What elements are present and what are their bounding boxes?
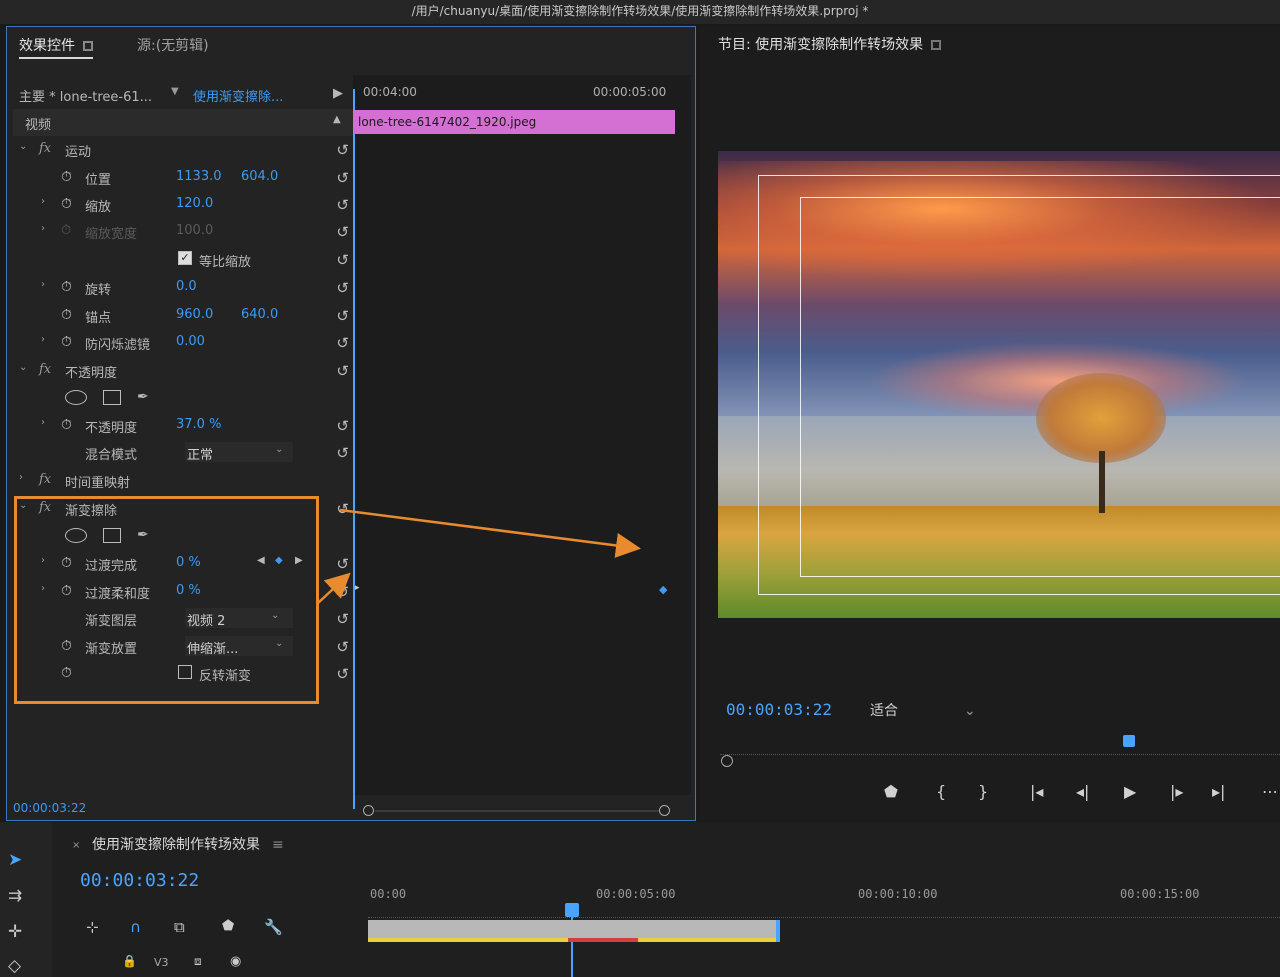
sync-lock-icon[interactable]: ⧈ [194, 954, 202, 969]
track-v3-header: 🔒 V3 ⧈ ◉ [118, 954, 368, 974]
zoom-handle[interactable] [721, 755, 733, 767]
track-select-tool-icon[interactable]: ⇉ [8, 886, 22, 906]
arrow-to-keyframe [339, 508, 641, 558]
snap-icon[interactable]: ∩ [130, 918, 141, 936]
go-to-out-icon[interactable]: ▸| [1212, 782, 1225, 801]
program-title[interactable]: 节目: 使用渐变擦除制作转场效果 [718, 34, 942, 54]
panel-menu-icon[interactable]: ≡ [272, 837, 284, 853]
more-icon[interactable]: ⋯ [1262, 782, 1278, 801]
close-icon[interactable]: × [72, 840, 80, 851]
panel-menu-icon[interactable] [931, 40, 942, 50]
lock-icon[interactable]: 🔒 [122, 954, 137, 968]
ruler-label: 00:00:10:00 [858, 887, 938, 901]
timeline-playhead-handle[interactable] [565, 903, 579, 917]
step-forward-icon[interactable]: |▸ [1170, 782, 1183, 801]
ruler-ticks [368, 908, 1280, 918]
selection-tool-icon[interactable]: ➤ [8, 850, 22, 870]
timeline-toolbar: ⊹ ∩ ⧉ ⬟ 🔧 [78, 916, 358, 940]
clip-end-handle[interactable] [776, 920, 780, 942]
track-label-v3[interactable]: V3 [154, 956, 169, 969]
video-preview[interactable] [718, 151, 1280, 618]
play-icon[interactable]: ▶ [1124, 782, 1136, 801]
program-scrub-bar[interactable] [720, 735, 1280, 767]
timeline-ruler[interactable]: 00:00 00:00:05:00 00:00:10:00 00:00:15:0… [368, 822, 1280, 922]
timeline-clip[interactable] [368, 920, 780, 942]
program-playhead[interactable] [1123, 735, 1135, 747]
nest-icon[interactable]: ⊹ [86, 918, 99, 936]
eye-icon[interactable]: ◉ [230, 954, 241, 969]
ripple-edit-tool-icon[interactable]: ✛ [8, 922, 22, 942]
mark-out-icon[interactable]: } [978, 782, 988, 801]
tools-panel: ➤ ⇉ ✛ ◇ [0, 822, 52, 977]
arrow-to-start [317, 572, 351, 604]
sequence-tab[interactable]: 使用渐变擦除制作转场效果 ≡ [92, 834, 284, 854]
go-to-in-icon[interactable]: |◂ [1030, 782, 1043, 801]
scrub-ruler [720, 745, 1280, 755]
ruler-label: 00:00 [370, 887, 407, 901]
add-marker-icon[interactable]: ⬟ [222, 918, 234, 934]
timeline-timecode[interactable]: 00:00:03:22 [80, 870, 199, 891]
ruler-label: 00:00:05:00 [596, 887, 676, 901]
render-bar-red [568, 938, 638, 942]
chevron-down-icon[interactable]: ⌄ [964, 703, 976, 719]
transport-controls: ⬟ { } |◂ ◂| ▶ |▸ ▸| ⋯ [870, 780, 1280, 808]
ruler-label: 00:00:15:00 [1120, 887, 1200, 901]
wrench-icon[interactable]: 🔧 [264, 918, 283, 936]
linked-selection-icon[interactable]: ⧉ [174, 918, 185, 936]
program-timecode[interactable]: 00:00:03:22 [726, 700, 832, 719]
add-marker-icon[interactable]: ⬟ [884, 782, 898, 801]
mark-in-icon[interactable]: { [936, 782, 946, 801]
razor-tool-icon[interactable]: ◇ [8, 956, 21, 976]
step-back-icon[interactable]: ◂| [1076, 782, 1089, 801]
safe-margin-inner [800, 197, 1280, 577]
fit-dropdown[interactable]: 适合 ⌄ [870, 700, 976, 720]
